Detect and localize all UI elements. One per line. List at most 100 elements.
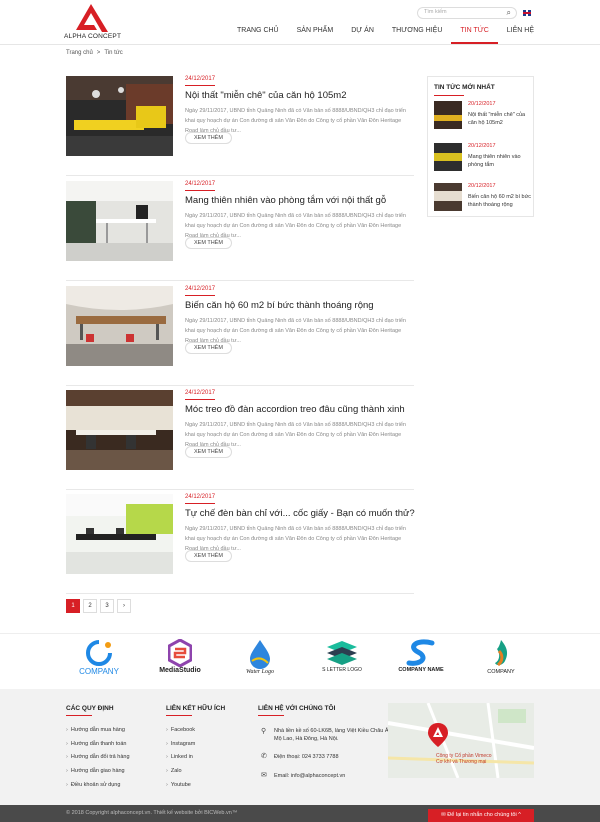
company-name-logo-icon [406,639,435,666]
read-more-button[interactable]: XEM THÊM [185,237,232,249]
footer-instagram-link[interactable]: Instagram [166,741,195,747]
nav-news[interactable]: TIN TỨC [451,24,498,44]
sidebar-news-title[interactable]: Mang thiên nhiên vào phòng tắm [468,153,532,169]
article-date: 24/12/2017 [185,76,216,86]
main-nav: TRANG CHỦ SẢN PHẨM DỰ ÁN THƯƠNG HIỆU TIN… [228,24,543,44]
logo[interactable]: ALPHA CONCEPT [64,3,122,43]
page-1-button[interactable]: 1 [66,599,80,613]
article-thumbnail[interactable] [66,181,173,261]
article-item: 24/12/2017 Nội thất "miễn chê" của căn h… [66,76,414,176]
footer-regulations-title: CÁC QUY ĐỊNH [66,705,114,712]
search-icon[interactable]: ⌕ [507,9,511,17]
footer-linkedin-link[interactable]: Linked in [166,754,193,760]
footer-zalo-link[interactable]: Zalo [166,768,182,774]
breadcrumb-separator: > [96,50,101,56]
article-thumbnail[interactable] [66,390,173,470]
location-pin-icon: ⚲ [261,728,267,735]
article-thumbnail[interactable] [66,76,173,156]
nav-products[interactable]: SẢN PHẨM [288,24,343,44]
company-logo-icon [86,640,112,666]
footer-link[interactable]: Điều khoản sử dụng [66,782,121,788]
sidebar-title: TIN TỨC MỚI NHẤT [434,84,495,91]
article-item: 24/12/2017 Biến căn hộ 60 m2 bí bức thàn… [66,286,414,386]
sidebar-title-underline [434,95,464,96]
article-title[interactable]: Mang thiên nhiên vào phòng tắm với nội t… [185,195,386,206]
article-title[interactable]: Móc treo đồ đàn accordion treo đâu cũng … [185,404,405,415]
article-thumbnail[interactable] [66,494,173,574]
article-title[interactable]: Nội thất "miễn chê" của căn hộ 105m2 [185,90,346,101]
footer-link[interactable]: Hướng dẫn giao hàng [66,768,125,774]
page: ALPHA CONCEPT Tìm kiếm ⌕ TRANG CHỦ SẢN P… [0,0,600,822]
nav-brands[interactable]: THƯƠNG HIỆU [383,24,451,44]
footer-phone[interactable]: Điện thoại: 024 3733 7788 [274,753,394,761]
page-3-button[interactable]: 3 [100,599,114,613]
logo-text: ALPHA CONCEPT [64,33,122,40]
footer-contact-title: LIÊN HỆ VỚI CHÚNG TÔI [258,705,336,712]
footer-link[interactable]: Hướng dẫn đổi trả hàng [66,754,130,760]
partner-logo[interactable]: COMPANY NAME [394,639,448,685]
read-more-button[interactable]: XEM THÊM [185,446,232,458]
footer-useful-links-title: LIÊN KẾT HỮU ÍCH [166,705,226,712]
read-more-button[interactable]: XEM THÊM [185,342,232,354]
page-2-button[interactable]: 2 [83,599,97,613]
sidebar-thumbnail[interactable] [434,143,462,171]
article-date: 24/12/2017 [185,390,216,400]
sidebar-news-title[interactable]: Nội thất "miễn chê" của căn hộ 105m2 [468,111,532,127]
article-item: 24/12/2017 Tự chế đèn bàn chỉ với... cốc… [66,494,415,594]
map-label: Công ty Cổ phần Vimeco Cơ khí và Thương m… [436,753,492,765]
water-logo-icon [250,640,270,669]
footer-email[interactable]: Email: info@alphaconcept.vn [274,772,394,780]
partner-logo[interactable]: COMPANY [74,639,124,685]
sidebar-news-item[interactable]: 20/12/2017 Mang thiên nhiên vào phòng tắ… [434,143,531,179]
s-letter-logo-icon [327,641,357,665]
partner-logo[interactable]: MediaStudio [154,639,206,685]
read-more-button[interactable]: XEM THÊM [185,550,232,562]
article-title[interactable]: Biến căn hộ 60 m2 bí bức thành thoáng rộ… [185,300,374,311]
nav-contact[interactable]: LIÊN HỆ [498,24,543,44]
sidebar-news-title[interactable]: Biến căn hộ 60 m2 bí bức thành thoáng rộ… [468,193,532,209]
search-input[interactable]: Tìm kiếm [424,9,447,15]
copyright-bar: © 2018 Copyright alphaconcept.vn. Thiết … [0,805,600,822]
pagination: 1 2 3 › [66,599,131,613]
next-page-button[interactable]: › [117,599,131,613]
partner-logo[interactable]: S LETTER LOGO [316,639,368,685]
sidebar-news-item[interactable]: 20/12/2017 Biến căn hộ 60 m2 bí bức thàn… [434,183,531,219]
partner-logo[interactable]: Water Logo [238,639,282,685]
partner-logo[interactable]: COMPANY [478,639,524,685]
sidebar-news-date: 20/12/2017 [468,183,496,189]
partner-name: MediaStudio [159,667,201,674]
nav-projects[interactable]: DỰ ÁN [342,24,383,44]
footer: CÁC QUY ĐỊNH Hướng dẫn mua hàng Hướng dẫ… [0,689,600,805]
article-thumbnail[interactable] [66,286,173,366]
header: ALPHA CONCEPT Tìm kiếm ⌕ TRANG CHỦ SẢN P… [0,0,600,45]
english-flag-icon[interactable] [523,10,531,16]
map-pin-icon[interactable] [428,723,448,747]
phone-icon: ✆ [261,753,267,760]
footer-address: Nhà liền kề số 60-LK6B, làng Việt Kiều C… [274,728,394,742]
sidebar-news-item[interactable]: 20/12/2017 Nội thất "miễn chê" của căn h… [434,101,531,137]
article-date: 24/12/2017 [185,181,216,191]
breadcrumb-current: Tin tức [104,50,123,56]
location-map[interactable]: Công ty Cổ phần Vimeco Cơ khí và Thương m… [388,703,534,778]
sidebar-thumbnail[interactable] [434,183,462,211]
sidebar-thumbnail[interactable] [434,101,462,129]
copyright-text: © 2018 Copyright alphaconcept.vn. Thiết … [66,810,238,816]
breadcrumb-home[interactable]: Trang chủ [66,50,93,56]
leave-message-button[interactable]: ✉ Để lại tin nhắn cho chúng tôi ^ [428,809,534,822]
flame-logo-icon [495,640,508,667]
footer-title-underline [258,715,284,716]
article-title[interactable]: Tự chế đèn bàn chỉ với... cốc giấy - Bạn… [185,508,415,519]
partner-name: COMPANY NAME [398,667,444,673]
footer-link[interactable]: Hướng dẫn thanh toán [66,741,127,747]
article-item: 24/12/2017 Móc treo đồ đàn accordion tre… [66,390,414,490]
email-icon: ✉ [261,772,267,779]
footer-youtube-link[interactable]: Youtube [166,782,191,788]
footer-link[interactable]: Hướng dẫn mua hàng [66,727,125,733]
sidebar-news-date: 20/12/2017 [468,101,496,107]
read-more-button[interactable]: XEM THÊM [185,132,232,144]
footer-facebook-link[interactable]: Facebook [166,727,195,733]
search-box[interactable]: Tìm kiếm ⌕ [417,7,517,19]
nav-home[interactable]: TRANG CHỦ [228,24,288,44]
footer-title-underline [166,715,192,716]
article-item: 24/12/2017 Mang thiên nhiên vào phòng tắ… [66,181,414,281]
